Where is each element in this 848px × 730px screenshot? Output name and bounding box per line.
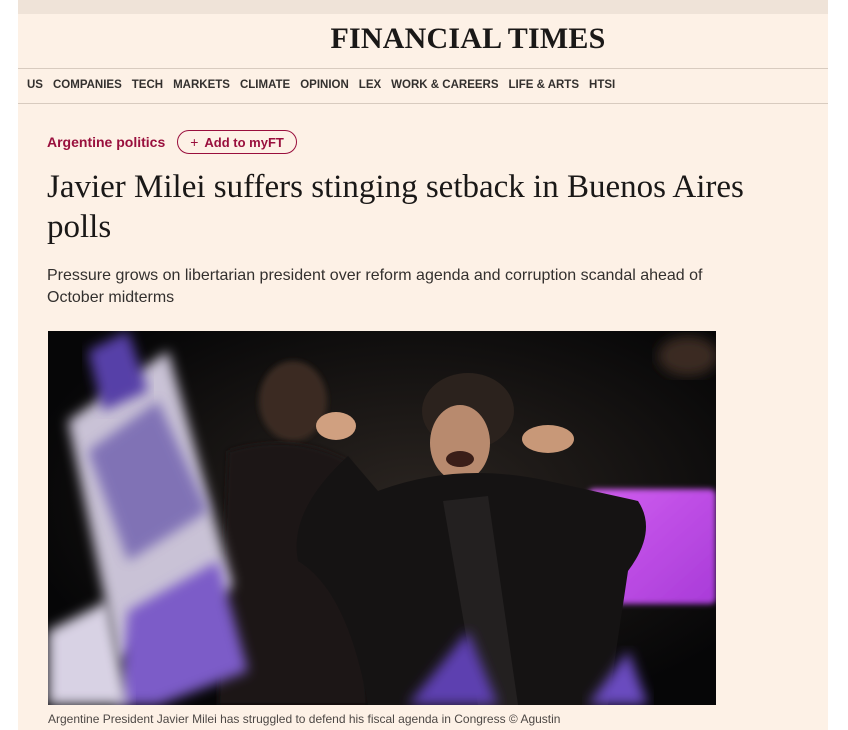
- nav-item-life-arts[interactable]: LIFE & ARTS: [509, 79, 580, 91]
- topic-row: Argentine politics + Add to myFT: [47, 130, 297, 154]
- top-strip: [18, 0, 828, 14]
- article-hero-image: [48, 331, 716, 705]
- article-standfirst: Pressure grows on libertarian president …: [47, 267, 703, 306]
- nav-item-us[interactable]: US: [27, 79, 43, 91]
- nav-item-work-careers[interactable]: WORK & CAREERS: [391, 79, 498, 91]
- hero-photo-illustration: [48, 331, 716, 705]
- topic-link[interactable]: Argentine politics: [47, 134, 165, 150]
- nav-item-htsi[interactable]: HTSI: [589, 79, 615, 91]
- ft-article-page: FINANCIAL TIMES US COMPANIES TECH MARKET…: [18, 0, 828, 730]
- section-nav: US COMPANIES TECH MARKETS CLIMATE OPINIO…: [27, 79, 615, 91]
- add-to-myft-button[interactable]: + Add to myFT: [177, 130, 297, 154]
- nav-item-opinion[interactable]: OPINION: [300, 79, 349, 91]
- masthead-divider: [18, 68, 828, 69]
- nav-item-tech[interactable]: TECH: [132, 79, 163, 91]
- plus-icon: +: [190, 134, 199, 150]
- nav-divider: [18, 103, 828, 104]
- nav-item-climate[interactable]: CLIMATE: [240, 79, 290, 91]
- nav-item-companies[interactable]: COMPANIES: [53, 79, 122, 91]
- article-headline: Javier Milei suffers stinging setback in…: [47, 169, 744, 245]
- masthead-logo[interactable]: FINANCIAL TIMES: [330, 22, 605, 56]
- masthead[interactable]: FINANCIAL TIMES: [18, 22, 828, 56]
- add-to-myft-label: Add to myFT: [204, 134, 284, 150]
- nav-item-lex[interactable]: LEX: [359, 79, 381, 91]
- nav-item-markets[interactable]: MARKETS: [173, 79, 230, 91]
- image-caption: Argentine President Javier Milei has str…: [48, 712, 561, 726]
